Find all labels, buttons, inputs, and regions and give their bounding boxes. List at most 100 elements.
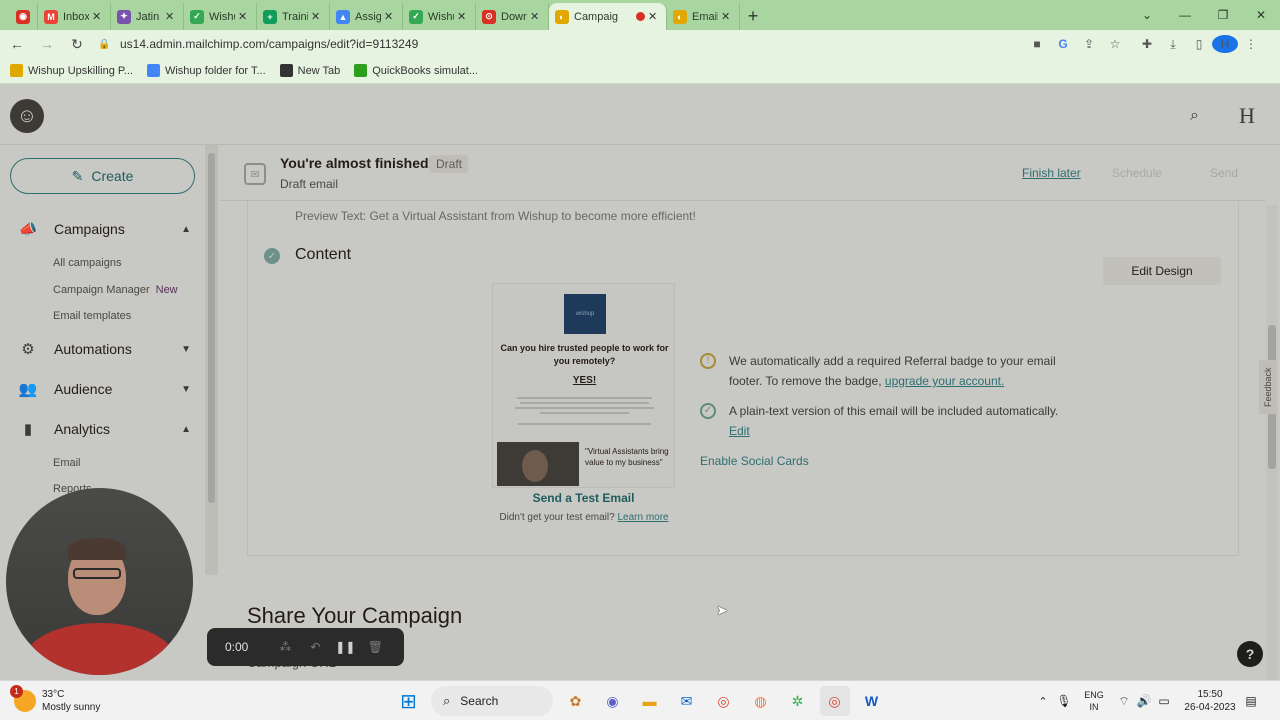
search-icon[interactable]: ⌕ <box>1190 107 1199 125</box>
clock[interactable]: 15:50 26-04-2023 <box>1180 688 1240 714</box>
close-tab-icon[interactable]: ✕ <box>238 10 250 23</box>
menu-kebab-icon[interactable]: ⋮ <box>1238 37 1264 51</box>
sidebar-item-automations[interactable]: ⚙ Automations ▼ <box>0 334 205 364</box>
browser-tab[interactable]: M Inbox - himar✕ <box>38 3 111 30</box>
browser-tab[interactable]: ✦ Jatin Kelkar -✕ <box>111 3 184 30</box>
back-icon[interactable]: ← <box>4 31 30 57</box>
close-window-icon[interactable]: ✕ <box>1242 0 1280 30</box>
battery-icon[interactable]: ▭ <box>1154 694 1174 708</box>
close-tab-icon[interactable]: ✕ <box>384 10 396 23</box>
chrome-profile-icon[interactable]: ◎ <box>819 686 850 716</box>
sidebar-scrollbar[interactable] <box>205 145 218 575</box>
main-scrollbar[interactable] <box>1266 205 1278 680</box>
taskbar-search[interactable]: ⌕ Search <box>431 686 553 716</box>
notification-center-icon[interactable]: ▤ <box>1240 694 1262 708</box>
microphone-icon[interactable]: 🎙 <box>1054 694 1074 708</box>
edit-plaintext-link[interactable]: Edit <box>729 424 750 438</box>
trash-icon[interactable]: 🗑 <box>360 640 390 654</box>
side-panel-icon[interactable]: ▯ <box>1186 37 1212 51</box>
browser-tab[interactable]: ✓ Wishup App✕ <box>184 3 257 30</box>
finish-later-link[interactable]: Finish later <box>1022 166 1081 180</box>
bookmark-item[interactable]: Wishup folder for T... <box>146 64 266 77</box>
address-bar[interactable]: 🔒 us14.admin.mailchimp.com/campaigns/edi… <box>98 32 1128 56</box>
browser-tab[interactable]: + TrainingMod✕ <box>257 3 330 30</box>
tab-title: Campaig <box>574 10 619 23</box>
bookmark-icon <box>354 64 368 77</box>
bookmark-star-icon[interactable]: ☆ <box>1102 37 1128 51</box>
download-icon[interactable]: ⤓ <box>1160 37 1186 52</box>
sidebar-item-audience[interactable]: 👥 Audience ▼ <box>0 374 205 404</box>
help-button[interactable]: ? <box>1237 641 1263 667</box>
reload-icon[interactable]: ↻ <box>64 31 90 57</box>
close-tab-icon[interactable]: ✕ <box>648 10 660 23</box>
wifi-icon[interactable]: ⌔ <box>1114 694 1134 709</box>
send-button[interactable]: Send <box>1210 166 1238 180</box>
windows-start-icon[interactable]: ⊞ <box>394 686 424 716</box>
camera-icon[interactable]: ■ <box>1024 37 1050 51</box>
browser-tab[interactable]: ⊙ Download yo✕ <box>476 3 549 30</box>
app-topbar: ☺ ⌕ H <box>0 85 1280 145</box>
close-tab-icon[interactable]: ✕ <box>721 10 733 23</box>
forward-icon[interactable]: → <box>34 31 60 57</box>
learn-more-link[interactable]: Learn more <box>617 512 668 523</box>
close-tab-icon[interactable]: ✕ <box>530 10 542 23</box>
tab-title: Download yo <box>501 10 527 23</box>
sidebar-subitem-campaign-manager[interactable]: Campaign Manager New <box>53 284 178 296</box>
minimize-icon[interactable]: — <box>1166 0 1204 30</box>
sidebar-item-campaigns[interactable]: 📣 Campaigns ▲ <box>0 214 205 244</box>
undo-icon[interactable]: ↶ <box>300 640 330 654</box>
close-tab-icon[interactable]: ✕ <box>165 10 177 23</box>
mailchimp-logo-icon[interactable]: ☺ <box>10 99 44 133</box>
file-explorer-icon[interactable]: ▬ <box>635 686 665 716</box>
schedule-button[interactable]: Schedule <box>1112 166 1162 180</box>
share-icon[interactable]: ⇪ <box>1076 37 1102 51</box>
tab-search-icon[interactable]: ⌄ <box>1128 0 1166 30</box>
firefox-icon[interactable]: ◍ <box>746 686 776 716</box>
pause-icon[interactable]: ❚❚ <box>330 640 360 654</box>
weather-widget[interactable]: 1 33°C Mostly sunny <box>10 685 100 714</box>
widgets-icon[interactable]: ✿ <box>561 686 591 716</box>
draw-icon[interactable]: ⁂ <box>270 640 300 654</box>
word-icon[interactable]: W <box>857 686 887 716</box>
browser-tab[interactable]: ✓ Wishup - Top✕ <box>403 3 476 30</box>
browser-tab[interactable]: ◉ <box>10 3 38 30</box>
tab-title: Wishup App <box>209 10 235 23</box>
thumbnail-body-lines <box>511 394 658 434</box>
edit-design-button[interactable]: Edit Design <box>1103 257 1221 285</box>
send-test-email-link[interactable]: Send a Test Email <box>492 491 675 505</box>
new-tab-button[interactable]: + <box>740 3 766 30</box>
extensions-icon[interactable]: ✚ <box>1134 37 1160 51</box>
close-tab-icon[interactable]: ✕ <box>457 10 469 23</box>
chrome-icon[interactable]: ◎ <box>709 686 739 716</box>
close-tab-icon[interactable]: ✕ <box>92 10 104 23</box>
feedback-tab[interactable]: Feedback <box>1259 360 1277 414</box>
enable-social-cards-link[interactable]: Enable Social Cards <box>700 454 809 468</box>
bookmark-icon <box>279 64 293 77</box>
create-button[interactable]: ✎ Create <box>10 158 195 194</box>
language-code: ENG <box>1084 690 1104 700</box>
teams-chat-icon[interactable]: ◉ <box>598 686 628 716</box>
browser-tab[interactable]: ◐ Campaig ✕ <box>549 3 667 30</box>
upgrade-account-link[interactable]: upgrade your account. <box>885 374 1004 388</box>
restore-icon[interactable]: ❐ <box>1204 0 1242 30</box>
sidebar-item-analytics[interactable]: ▮ Analytics ▲ <box>0 414 205 444</box>
browser-tab[interactable]: ◐ Email dashbo✕ <box>667 3 740 30</box>
user-avatar[interactable]: H <box>1232 101 1262 131</box>
bookmark-item[interactable]: Wishup Upskilling P... <box>10 64 133 77</box>
language-indicator[interactable]: ENG IN <box>1074 689 1114 713</box>
sidebar-subitem-email-templates[interactable]: Email templates <box>53 310 131 322</box>
chevron-up-icon[interactable]: ⌃ <box>1032 695 1054 708</box>
google-icon[interactable]: G <box>1050 37 1076 51</box>
bookmark-item[interactable]: QuickBooks simulat... <box>354 64 478 77</box>
mail-icon[interactable]: ✉ <box>672 686 702 716</box>
profile-avatar[interactable]: H <box>1212 35 1238 53</box>
bookmark-item[interactable]: New Tab <box>279 64 340 77</box>
email-thumbnail[interactable]: wishup Can you hire trusted people to wo… <box>492 283 675 488</box>
sidebar-scrollbar-thumb[interactable] <box>208 153 215 503</box>
close-tab-icon[interactable]: ✕ <box>311 10 323 23</box>
sidebar-subitem-email[interactable]: Email <box>53 457 81 469</box>
sidebar-subitem-all-campaigns[interactable]: All campaigns <box>53 257 121 269</box>
volume-icon[interactable]: 🔊 <box>1134 694 1154 708</box>
browser-tab[interactable]: ▲ Assignments✕ <box>330 3 403 30</box>
clipchamp-icon[interactable]: ✲ <box>783 686 813 716</box>
